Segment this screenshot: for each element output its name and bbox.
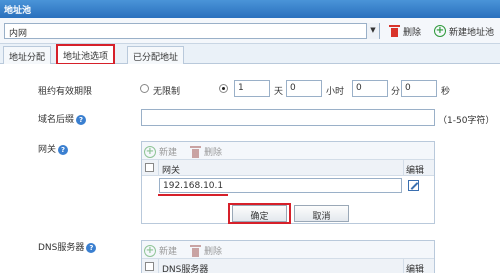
help-icon[interactable]: ? [76, 114, 87, 125]
pool-select-value: 内网 [9, 29, 28, 39]
help-icon[interactable]: ? [58, 144, 69, 155]
dns-new-label: 新建 [159, 247, 178, 257]
help-icon[interactable]: ? [86, 242, 97, 253]
pool-options-panel: 租约有效期限 无限制 1 天 0 小时 0 分 0 秒 域名后缀? （1-50字… [0, 64, 500, 273]
dns-grid: + 新建 删除 DNS服务器 编辑 [141, 240, 435, 273]
table-row: 192.168.10.1 [142, 176, 434, 196]
domain-suffix-input[interactable] [141, 109, 435, 126]
value-underline-highlight [158, 194, 228, 196]
trash-icon [190, 244, 201, 257]
domain-suffix-hint: （1-50字符） [438, 116, 495, 126]
tab-allocated-addresses[interactable]: 已分配地址 [127, 46, 185, 64]
dns-grid-header: DNS服务器 编辑 [142, 259, 434, 273]
lease-days-input[interactable]: 1 [234, 80, 270, 97]
tab-bar: 地址分配 地址池选项 已分配地址 [0, 44, 500, 65]
edit-column-header: 编辑 [406, 166, 425, 176]
domain-suffix-row: 域名后缀? [38, 112, 87, 125]
delete-pool-label: 删除 [403, 27, 422, 38]
confirm-highlight [228, 203, 291, 224]
gateway-grid-toolbar: + 新建 删除 [142, 142, 434, 160]
tab-address-allocation[interactable]: 地址分配 [3, 46, 52, 64]
lease-seconds-unit: 秒 [441, 87, 451, 97]
pool-select[interactable]: 内网 ▼ [4, 23, 380, 39]
lease-label: 租约有效期限 [38, 87, 93, 97]
lease-minutes-unit: 分 [391, 87, 401, 97]
lease-seconds-input[interactable]: 0 [401, 80, 437, 97]
dns-column-header: DNS服务器 [162, 265, 209, 273]
lease-hours-input[interactable]: 0 [286, 80, 322, 97]
delete-pool-button[interactable]: 删除 [389, 23, 421, 39]
plus-icon: + [434, 25, 446, 37]
dns-delete-label: 删除 [204, 247, 223, 257]
gateway-new-button[interactable]: + 新建 [144, 145, 177, 158]
gateway-delete-button[interactable]: 删除 [190, 145, 222, 158]
column-divider [158, 259, 159, 273]
chevron-down-icon[interactable]: ▼ [366, 23, 379, 39]
dns-delete-button[interactable]: 删除 [190, 244, 222, 257]
gateway-label: 网关 [38, 145, 57, 155]
column-divider [158, 160, 159, 175]
lease-minutes-input[interactable]: 0 [352, 80, 388, 97]
new-pool-button[interactable]: + 新建地址池 [434, 23, 494, 39]
lease-hours-unit: 小时 [326, 87, 345, 97]
new-pool-label: 新建地址池 [449, 27, 495, 38]
trash-icon [389, 25, 400, 37]
column-divider [403, 259, 404, 273]
gateway-new-label: 新建 [159, 148, 178, 158]
select-all-checkbox[interactable] [145, 163, 154, 172]
lease-unlimited-label: 无限制 [153, 87, 181, 97]
lease-days-unit: 天 [274, 87, 284, 97]
toolbar: 内网 ▼ 删除 + 新建地址池 [0, 18, 500, 44]
dns-row: DNS服务器? [38, 240, 97, 253]
gateway-delete-label: 删除 [204, 148, 223, 158]
trash-icon [190, 145, 201, 158]
edit-icon[interactable] [408, 180, 419, 191]
lease-unlimited-radio[interactable] [140, 84, 149, 93]
dns-grid-toolbar: + 新建 删除 [142, 241, 434, 259]
tab-pool-options[interactable]: 地址池选项 [56, 44, 116, 65]
domain-suffix-label: 域名后缀 [38, 115, 75, 125]
window-title: 地址池 [0, 0, 500, 18]
lease-custom-radio[interactable] [219, 84, 228, 93]
gateway-column-header: 网关 [162, 166, 181, 176]
edit-column-header: 编辑 [406, 265, 425, 273]
dns-new-button[interactable]: + 新建 [144, 244, 177, 257]
gateway-row-input[interactable]: 192.168.10.1 [159, 178, 402, 193]
dns-label: DNS服务器 [38, 243, 85, 253]
plus-icon: + [144, 244, 156, 257]
gateway-grid-header: 网关 编辑 [142, 160, 434, 176]
select-all-checkbox[interactable] [145, 262, 154, 271]
gateway-row: 网关? [38, 142, 69, 155]
column-divider [403, 160, 404, 175]
plus-icon: + [144, 145, 156, 158]
cancel-button[interactable]: 取消 [294, 205, 349, 222]
